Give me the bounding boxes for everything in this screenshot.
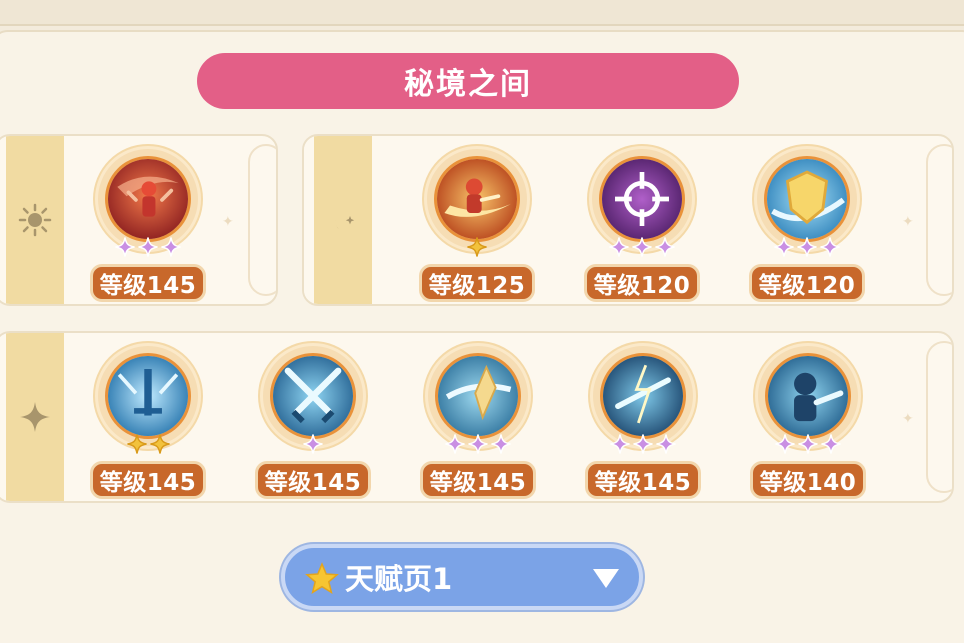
skill-slot-7[interactable]: 等级145 bbox=[418, 343, 538, 513]
sun-icon bbox=[18, 203, 52, 237]
purple-star-icon bbox=[656, 434, 676, 454]
skill-level-badge: 等级125 bbox=[419, 264, 535, 302]
skill-level-badge: 等级145 bbox=[585, 461, 701, 499]
skill-slot-3[interactable]: 等级120 bbox=[582, 146, 702, 316]
skill-level-badge: 等级145 bbox=[90, 461, 206, 499]
purple-star-icon bbox=[445, 434, 465, 454]
purple-star-icon bbox=[303, 434, 323, 454]
ornament-decoration bbox=[926, 341, 952, 493]
warrior-icon bbox=[765, 353, 851, 439]
purple-star-icon bbox=[655, 237, 675, 257]
skill-stars bbox=[418, 433, 538, 455]
skill-slot-8[interactable]: 等级145 bbox=[583, 343, 703, 513]
skill-stars bbox=[253, 433, 373, 455]
skill-slot-2[interactable]: 等级125 bbox=[417, 146, 537, 316]
talent-page-label: 天赋页1 bbox=[345, 562, 453, 596]
page-title: 秘境之间 bbox=[197, 53, 739, 109]
skill-stars bbox=[417, 236, 537, 258]
skill-level-badge: 等级120 bbox=[749, 264, 865, 302]
four-point-star-icon bbox=[18, 400, 52, 434]
triangle-down-icon[interactable] bbox=[591, 566, 621, 590]
purple-star-icon bbox=[138, 237, 158, 257]
purple-star-icon bbox=[491, 434, 511, 454]
ice-sword-icon bbox=[105, 353, 191, 439]
crescent-moon-icon bbox=[326, 203, 360, 237]
skill-slot-9[interactable]: 等级140 bbox=[748, 343, 868, 513]
purple-star-icon bbox=[468, 434, 488, 454]
top-frame-strip bbox=[0, 0, 964, 26]
skill-level-badge: 等级145 bbox=[420, 461, 536, 499]
crossed-swords-icon bbox=[270, 353, 356, 439]
skill-stars bbox=[88, 433, 208, 455]
fire-hero-icon bbox=[105, 156, 191, 242]
purple-star-icon bbox=[820, 237, 840, 257]
fire-dash-icon bbox=[434, 156, 520, 242]
purple-star-icon bbox=[774, 237, 794, 257]
sparkle-decoration-icon: ✦ bbox=[902, 214, 914, 230]
ornament-decoration bbox=[926, 144, 952, 296]
skill-level-badge: 等级120 bbox=[584, 264, 700, 302]
purple-star-icon bbox=[161, 237, 181, 257]
skill-level-badge: 等级145 bbox=[255, 461, 371, 499]
purple-star-icon bbox=[797, 237, 817, 257]
skill-slot-1[interactable]: 等级145 bbox=[88, 146, 208, 316]
skill-slot-4[interactable]: 等级120 bbox=[747, 146, 867, 316]
sparkle-decoration-icon: ✦ bbox=[902, 411, 914, 427]
lightning-icon bbox=[600, 353, 686, 439]
skill-stars bbox=[88, 236, 208, 258]
purple-star-icon bbox=[609, 237, 629, 257]
wind-crystal-icon bbox=[435, 353, 521, 439]
crosshair-icon bbox=[599, 156, 685, 242]
shield-icon bbox=[764, 156, 850, 242]
purple-star-icon bbox=[775, 434, 795, 454]
gold-star-icon bbox=[149, 434, 170, 454]
skill-stars bbox=[583, 433, 703, 455]
purple-star-icon bbox=[632, 237, 652, 257]
gold-star-icon bbox=[126, 434, 147, 454]
purple-star-icon bbox=[115, 237, 135, 257]
skill-stars bbox=[747, 236, 867, 258]
ornament-decoration bbox=[248, 144, 276, 296]
purple-star-icon bbox=[821, 434, 841, 454]
gold-star-icon bbox=[467, 237, 487, 257]
skill-level-badge: 等级140 bbox=[750, 461, 866, 499]
sparkle-decoration-icon: ✦ bbox=[222, 214, 234, 230]
skill-level-badge: 等级145 bbox=[90, 264, 206, 302]
talent-page-dropdown[interactable]: 天赋页1 bbox=[281, 544, 643, 610]
skill-slot-5[interactable]: 等级145 bbox=[88, 343, 208, 513]
gold-star-icon bbox=[305, 562, 339, 596]
skill-stars bbox=[748, 433, 868, 455]
skill-stars bbox=[582, 236, 702, 258]
purple-star-icon bbox=[633, 434, 653, 454]
skill-slot-6[interactable]: 等级145 bbox=[253, 343, 373, 513]
purple-star-icon bbox=[610, 434, 630, 454]
purple-star-icon bbox=[798, 434, 818, 454]
